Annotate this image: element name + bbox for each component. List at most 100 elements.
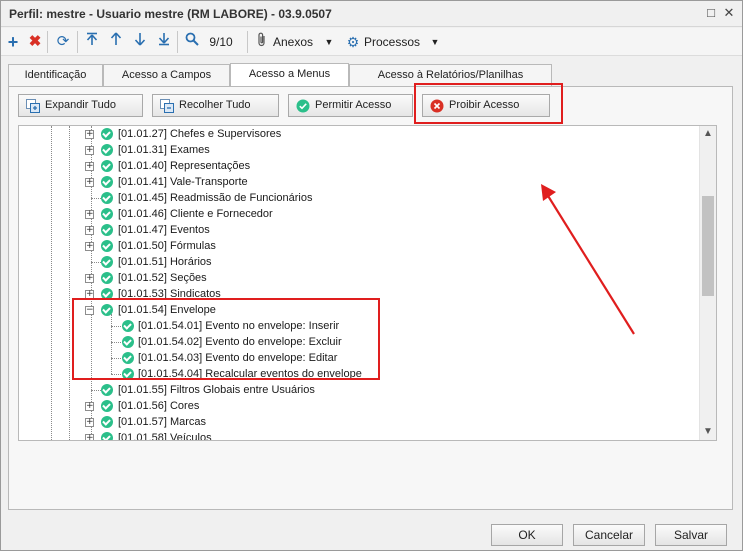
deny-x-icon bbox=[430, 99, 444, 113]
check-icon[interactable] bbox=[101, 176, 113, 188]
expand-toggle[interactable]: + bbox=[85, 434, 94, 440]
check-icon[interactable] bbox=[101, 272, 113, 284]
check-icon[interactable] bbox=[101, 240, 113, 252]
expand-toggle[interactable]: + bbox=[85, 130, 94, 139]
tree-item[interactable]: + [01.01.27] Chefes e Supervisores bbox=[85, 126, 385, 142]
check-icon[interactable] bbox=[122, 352, 134, 364]
tree-scrollbar[interactable]: ▲ ▼ bbox=[699, 126, 716, 440]
deny-access-label: Proibir Acesso bbox=[449, 99, 520, 111]
check-icon[interactable] bbox=[101, 128, 113, 140]
collapse-icon bbox=[160, 99, 174, 113]
tab-strip: Identificação Acesso a Campos Acesso a M… bbox=[8, 63, 733, 86]
processos-menu-button[interactable]: Processos bbox=[364, 32, 428, 52]
tab-acesso-menus[interactable]: Acesso a Menus bbox=[230, 63, 349, 86]
collapse-all-button[interactable]: Recolher Tudo bbox=[152, 94, 279, 117]
tree-item[interactable]: + [01.01.52] Seções bbox=[85, 270, 385, 286]
collapse-toggle[interactable]: − bbox=[85, 306, 94, 315]
scroll-up-icon[interactable]: ▲ bbox=[700, 126, 716, 142]
expand-toggle[interactable]: + bbox=[85, 242, 94, 251]
title-bar: Perfil: mestre - Usuario mestre (RM LABO… bbox=[1, 1, 742, 27]
tree-item-envelope[interactable]: − [01.01.54] Envelope bbox=[85, 302, 385, 318]
tree-item[interactable]: + [01.01.50] Fórmulas bbox=[85, 238, 385, 254]
expand-all-label: Expandir Tudo bbox=[45, 99, 116, 111]
last-record-icon[interactable] bbox=[155, 32, 173, 52]
tree-child-item[interactable]: [01.01.54.03] Evento do envelope: Editar bbox=[105, 350, 385, 366]
expand-toggle[interactable]: + bbox=[85, 162, 94, 171]
tree-child-item[interactable]: [01.01.54.02] Evento do envelope: Exclui… bbox=[105, 334, 385, 350]
deny-access-button[interactable]: Proibir Acesso bbox=[422, 94, 550, 117]
processos-dropdown-icon[interactable]: ▼ bbox=[429, 32, 441, 52]
check-icon[interactable] bbox=[101, 288, 113, 300]
window-title: Perfil: mestre - Usuario mestre (RM LABO… bbox=[9, 7, 332, 21]
check-icon[interactable] bbox=[101, 304, 113, 316]
check-icon[interactable] bbox=[101, 416, 113, 428]
scroll-down-icon[interactable]: ▼ bbox=[700, 424, 716, 440]
tree-item[interactable]: + [01.01.46] Cliente e Fornecedor bbox=[85, 206, 385, 222]
profile-window: Perfil: mestre - Usuario mestre (RM LABO… bbox=[0, 0, 743, 551]
expand-toggle[interactable]: + bbox=[85, 226, 94, 235]
tree-item[interactable]: + [01.01.57] Marcas bbox=[85, 414, 385, 430]
first-record-icon[interactable] bbox=[83, 32, 101, 52]
expand-toggle[interactable]: + bbox=[85, 178, 94, 187]
toolbar-separator bbox=[77, 31, 78, 53]
maximize-button[interactable]: □ bbox=[701, 4, 721, 22]
search-icon[interactable] bbox=[183, 32, 201, 52]
tree-item[interactable]: + [01.01.40] Representações bbox=[85, 158, 385, 174]
tree-guide-line bbox=[69, 126, 70, 440]
check-icon[interactable] bbox=[101, 400, 113, 412]
expand-toggle[interactable]: + bbox=[85, 418, 94, 427]
collapse-all-label: Recolher Tudo bbox=[179, 99, 251, 111]
tree-item[interactable]: + [01.01.47] Eventos bbox=[85, 222, 385, 238]
tree-item[interactable]: [01.01.51] Horários bbox=[85, 254, 385, 270]
tree-item[interactable]: + [01.01.41] Vale-Transporte bbox=[85, 174, 385, 190]
add-icon[interactable]: + bbox=[5, 32, 21, 52]
expand-toggle[interactable]: + bbox=[85, 210, 94, 219]
toolbar-separator bbox=[47, 31, 48, 53]
tree-item[interactable]: + [01.01.31] Exames bbox=[85, 142, 385, 158]
allow-access-button[interactable]: Permitir Acesso bbox=[288, 94, 413, 117]
delete-icon[interactable]: ✖ bbox=[27, 32, 43, 52]
anexos-menu-button[interactable]: Anexos bbox=[273, 32, 319, 52]
check-icon[interactable] bbox=[101, 224, 113, 236]
check-icon[interactable] bbox=[101, 192, 113, 204]
check-icon[interactable] bbox=[122, 320, 134, 332]
tree-item[interactable]: + [01.01.53] Sindicatos bbox=[85, 286, 385, 302]
gear-icon: ⚙ bbox=[346, 34, 360, 50]
check-icon[interactable] bbox=[101, 256, 113, 268]
tree-item[interactable]: + [01.01.58] Veículos bbox=[85, 430, 385, 440]
close-button[interactable]: ✕ bbox=[719, 4, 739, 22]
check-icon[interactable] bbox=[101, 144, 113, 156]
tree-child-item[interactable]: [01.01.54.04] Recalcular eventos do enve… bbox=[105, 366, 385, 382]
tree-guide-line bbox=[51, 126, 52, 440]
toolbar-separator bbox=[177, 31, 178, 53]
save-button[interactable]: Salvar bbox=[655, 524, 727, 546]
scroll-thumb[interactable] bbox=[702, 196, 714, 296]
ok-button[interactable]: OK bbox=[491, 524, 563, 546]
expand-toggle[interactable]: + bbox=[85, 290, 94, 299]
check-icon[interactable] bbox=[101, 160, 113, 172]
expand-toggle[interactable]: + bbox=[85, 402, 94, 411]
cancel-button[interactable]: Cancelar bbox=[573, 524, 645, 546]
check-icon[interactable] bbox=[101, 384, 113, 396]
expand-all-button[interactable]: Expandir Tudo bbox=[18, 94, 143, 117]
expand-toggle[interactable]: + bbox=[85, 274, 94, 283]
check-icon[interactable] bbox=[101, 432, 113, 440]
tree-child-item[interactable]: [01.01.54.01] Evento no envelope: Inseri… bbox=[105, 318, 385, 334]
toolbar: + ✖ ⟳ 9/10 Anexos ▼ ⚙ Processos ▼ bbox=[1, 28, 742, 56]
allow-access-label: Permitir Acesso bbox=[315, 99, 392, 111]
previous-record-icon[interactable] bbox=[107, 32, 125, 52]
check-icon[interactable] bbox=[122, 368, 134, 380]
tab-identificacao[interactable]: Identificação bbox=[8, 64, 103, 86]
expand-toggle[interactable]: + bbox=[85, 146, 94, 155]
tree-item[interactable]: + [01.01.56] Cores bbox=[85, 398, 385, 414]
next-record-icon[interactable] bbox=[131, 32, 149, 52]
check-icon[interactable] bbox=[122, 336, 134, 348]
tab-acesso-relatorios[interactable]: Acesso à Relatórios/Planilhas bbox=[349, 64, 552, 86]
tree-item[interactable]: [01.01.55] Filtros Globais entre Usuário… bbox=[85, 382, 385, 398]
anexos-dropdown-icon[interactable]: ▼ bbox=[323, 32, 335, 52]
record-counter: 9/10 bbox=[209, 35, 233, 49]
refresh-icon[interactable]: ⟳ bbox=[54, 32, 72, 52]
tab-acesso-campos[interactable]: Acesso a Campos bbox=[103, 64, 230, 86]
tree-item[interactable]: [01.01.45] Readmissão de Funcionários bbox=[85, 190, 385, 206]
check-icon[interactable] bbox=[101, 208, 113, 220]
